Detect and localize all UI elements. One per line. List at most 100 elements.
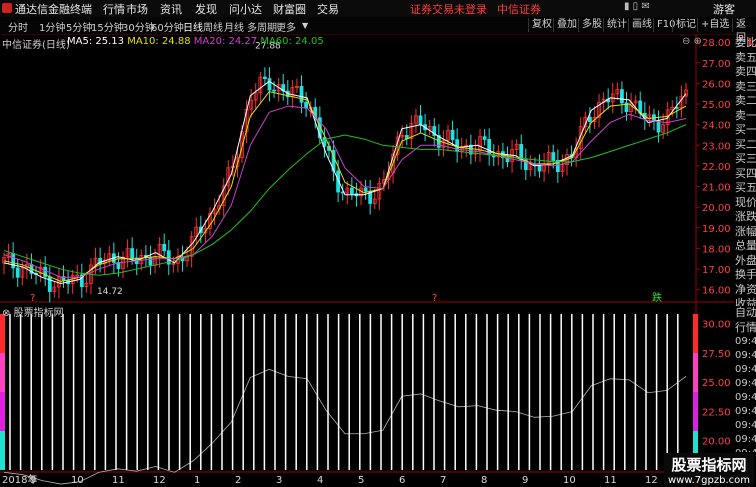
time-axis-label: 6	[399, 475, 405, 486]
signal-mark: ?	[432, 293, 437, 304]
tab-monthly[interactable]: 月线	[224, 19, 244, 34]
candle-body	[450, 129, 455, 141]
signal-mark: 跌	[652, 291, 662, 304]
time-axis-label: 5	[358, 475, 364, 486]
tab-intraday[interactable]: 分时	[8, 19, 28, 34]
ma-legend-item: MA10: 24.88	[127, 36, 194, 47]
menu-item-discover[interactable]: 发现	[195, 1, 217, 17]
candle-body	[272, 89, 276, 92]
button-back[interactable]: 返回	[732, 18, 756, 44]
quote-field-label: 买五	[735, 181, 756, 194]
tick-time: 09:4	[735, 392, 756, 403]
ma-legend: MA5: 25.13 MA10: 24.88 MA20: 24.27 MA60:…	[67, 36, 324, 47]
candle-body	[15, 267, 20, 278]
tick-panel: 自动行情 09:4 09:4 09:4 09:4 09:4 09:4 09:4 09:4 09:4…	[735, 306, 756, 452]
time-axis-label: 10	[71, 475, 84, 486]
price-tick-label: 20.00	[702, 203, 731, 214]
user-label[interactable]: 游客	[713, 1, 735, 17]
ma-legend-item: MA5: 25.13	[67, 36, 128, 47]
tab-multi-period[interactable]: 多周期	[247, 19, 277, 34]
indicator-trace	[3, 368, 687, 485]
time-axis-label: 8	[481, 475, 487, 486]
menu-item-market[interactable]: 市场	[126, 1, 148, 17]
price-tick-label: 18.00	[702, 244, 731, 255]
candle-body	[656, 120, 661, 133]
ma20-line	[3, 105, 687, 278]
quote-field-label: 卖三	[735, 79, 756, 93]
time-axis-label: 9	[30, 475, 36, 486]
menu-item-wealth[interactable]: 财富圈	[273, 1, 306, 17]
trade-login-notice[interactable]: 证券交易未登录	[410, 1, 487, 17]
quote-panel: 委比 卖五 卖四 卖三 卖二 卖一 买一 买二 买三 买四 买五 现价 涨跌 涨幅 总量 外盘 换手 净资 收益	[735, 36, 756, 306]
tick-time: 09:4	[735, 406, 756, 417]
button-overlay[interactable]: 叠加	[553, 18, 580, 32]
indicator-title: ⊗ 股票指标网	[2, 304, 64, 319]
tick-time: 09:4	[735, 447, 756, 452]
candle-body	[267, 78, 272, 91]
app-title: 通达信金融终端	[15, 3, 92, 16]
tick-time: 09:4	[735, 378, 756, 389]
button-statistics[interactable]: 统计	[603, 18, 630, 32]
candle-body	[304, 101, 308, 109]
broker-name[interactable]: 中信证券	[497, 1, 541, 17]
indicator-name: 股票指标网	[13, 308, 64, 319]
price-tick-label: 19.00	[702, 224, 731, 235]
tab-15min[interactable]: 15分钟	[91, 19, 124, 34]
indicator-color-strip	[0, 431, 5, 470]
price-tick-label: 28.00	[702, 38, 731, 49]
kline-chart[interactable]: 28.00 27.00 26.00 25.00 24.00 23.00 22.00 21.00…	[0, 34, 735, 487]
tick-time: 09:4	[735, 336, 756, 347]
menu-item-quotes[interactable]: 行情	[103, 1, 125, 17]
tab-5min[interactable]: 5分钟	[66, 19, 92, 34]
ma-legend-item: MA60: 24.05	[260, 36, 324, 47]
quote-field-label: 卖四	[735, 65, 756, 78]
menu-item-news[interactable]: 资讯	[160, 1, 182, 17]
tick-header: 行情	[735, 320, 756, 334]
price-tick-label: 25.00	[702, 100, 731, 111]
more-dropdown-icon[interactable]: ▼	[302, 21, 308, 30]
button-multi-stock[interactable]: 多股	[578, 18, 605, 32]
candle-body	[349, 187, 354, 195]
time-axis-label: 1	[194, 475, 200, 486]
menu-item-trade[interactable]: 交易	[317, 1, 339, 17]
tick-time: 09:4	[735, 420, 756, 431]
candle-body	[587, 116, 592, 122]
tab-daily[interactable]: 日线	[183, 19, 203, 34]
ma-legend-item: MA20: 24.27	[193, 36, 261, 47]
button-draw-line[interactable]: 画线	[628, 18, 655, 32]
candle-body	[363, 187, 368, 192]
price-tick-label: 26.00	[702, 79, 731, 90]
tab-more[interactable]: 更多	[276, 19, 296, 34]
time-axis-label: 3	[276, 475, 282, 486]
tab-weekly[interactable]: 周线	[203, 19, 223, 34]
panel-toggle-icon[interactable]: L	[748, 37, 754, 48]
indicator-tick-label: 20.00	[702, 437, 731, 448]
tick-header: 自动	[735, 306, 756, 319]
tab-30min[interactable]: 30分钟	[122, 19, 155, 34]
indicator-color-strip	[693, 392, 698, 431]
price-tick-label: 23.00	[702, 141, 731, 152]
candle-body	[11, 253, 16, 269]
time-axis-label: 2	[235, 475, 241, 486]
indicator-close-icon[interactable]: ⊗	[2, 308, 10, 319]
time-axis-label: 10	[563, 475, 576, 486]
menu-item-ask[interactable]: 问小达	[229, 1, 262, 17]
chart-zoom-icons[interactable]: ⊖ ⊕	[682, 36, 702, 47]
window-icons[interactable]: ▮ ▯ ✉	[624, 1, 650, 12]
quote-field-label: 换手	[735, 268, 756, 281]
quote-field-label: 净资	[735, 282, 756, 296]
time-axis-label: 4	[317, 475, 323, 486]
time-axis-label: 11	[112, 475, 125, 486]
candle-body	[262, 76, 267, 79]
low-price-label: 14.72	[97, 287, 123, 297]
button-adjust[interactable]: 复权	[528, 18, 555, 32]
quote-field-label: 涨幅	[735, 224, 756, 238]
button-add-favorite[interactable]: +自选	[697, 18, 732, 32]
button-mark[interactable]: 标记	[672, 18, 699, 32]
tab-60min[interactable]: 60分钟	[151, 19, 184, 34]
indicator-tick-label: 22.50	[702, 407, 731, 418]
app-logo-icon	[2, 3, 12, 13]
quote-field-label: 总量	[735, 239, 756, 252]
stock-title: 中信证券(日线)	[2, 40, 70, 51]
tab-1min[interactable]: 1分钟	[39, 19, 65, 34]
